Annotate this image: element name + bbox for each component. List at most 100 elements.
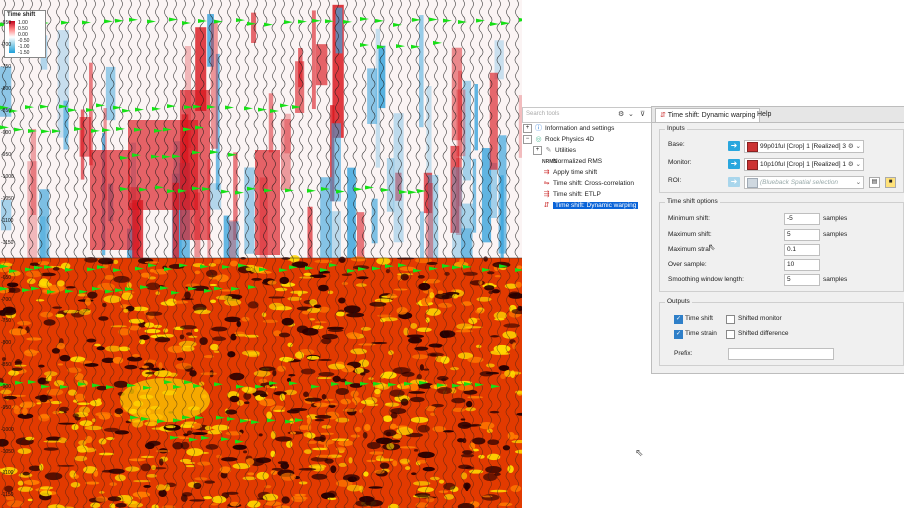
time-strain-checkbox[interactable]: ✓ <box>674 330 683 339</box>
etlp-icon: ⇶ <box>543 191 550 198</box>
tool-search-box[interactable]: Search tools ⚙ ⌄ ⊽ <box>522 107 654 123</box>
smoothing-label: Smoothing window length: <box>668 276 744 283</box>
mouse-cursor-icon: ⇖ <box>708 242 716 252</box>
settings-icon[interactable]: ⚙ <box>618 110 624 118</box>
prefix-input[interactable] <box>728 348 834 360</box>
prefix-label: Prefix: <box>674 350 693 357</box>
depth-axis-tick: -700 <box>1 42 12 48</box>
seismic-viewer[interactable]: Time shift 1.00 0.50 0.00 -0.50 -1.00 -1… <box>0 0 522 508</box>
depth-axis-tick: -950 <box>1 152 12 158</box>
min-shift-label: Minimum shift: <box>668 215 710 222</box>
tree-item-information-settings[interactable]: + ⓘ Information and settings <box>523 124 614 134</box>
max-shift-unit: samples <box>823 231 848 238</box>
shifted-difference-label: Shifted difference <box>738 330 789 337</box>
tree-item-label: Normalized RMS <box>553 158 603 165</box>
depth-axis-tick: -800 <box>1 86 12 92</box>
max-strain-label: Maximum strai <box>668 246 711 253</box>
max-shift-label: Maximum shift: <box>668 231 712 238</box>
time-strain-label: Time strain <box>685 330 717 337</box>
outputs-group: Outputs ✓ Time shift Shifted monitor ✓ T… <box>659 298 904 366</box>
base-dropdown[interactable]: 99p01ful [Crop] 1 [Realized] 3 ⚙ ⌄ <box>744 140 864 153</box>
chevron-down-icon[interactable]: ⌄ <box>856 177 861 188</box>
expand-icon[interactable]: + <box>523 124 532 133</box>
time-shift-options-group: Time shift options Minimum shift: -5 sam… <box>659 198 904 292</box>
tree-item-label: Time shift: Cross-correlation <box>553 180 635 187</box>
depth-axis-tick: -650 <box>1 275 12 281</box>
smoothing-input[interactable]: 5 <box>784 274 820 286</box>
depth-axis-tick: -850 <box>1 108 12 114</box>
depth-axis-tick: -1000 <box>1 426 14 433</box>
tree-item-etlp[interactable]: ⇶ Time shift: ETLP <box>542 190 601 200</box>
roi-label: ROI: <box>668 177 682 184</box>
roi-insert-button[interactable]: ➜ <box>728 177 740 187</box>
base-label: Base: <box>668 141 685 148</box>
max-strain-input[interactable]: 0.1 <box>784 244 820 256</box>
smoothing-unit: samples <box>823 276 848 283</box>
tree-item-dynamic-warping[interactable]: ⇵ Time shift: Dynamic warping <box>542 201 639 211</box>
tool-search-input[interactable]: Search tools <box>526 111 559 117</box>
tree-item-label: Utilities <box>555 147 576 155</box>
apply-time-shift-icon: ⇉ <box>543 169 550 176</box>
monitor-value: 10p10ful [Crop] 1 [Realized] 1 <box>760 161 846 168</box>
tree-item-cross-correlation[interactable]: ⇋ Time shift: Cross-correlation <box>542 179 634 189</box>
chevron-down-icon[interactable]: ⌄ <box>628 110 634 118</box>
depth-axis-tick: -650 <box>1 20 12 26</box>
depth-axis-tick: -700 <box>1 296 12 303</box>
monitor-label: Monitor: <box>668 159 692 166</box>
time-shift-label: Time shift <box>685 315 713 322</box>
roi-icon <box>747 178 758 188</box>
depth-axis-tick: -1150 <box>1 240 14 246</box>
tree-item-normalized-rms[interactable]: NRMSNormalized RMS <box>542 157 602 167</box>
depth-axis-tick: -1100 <box>1 218 14 224</box>
shifted-monitor-checkbox[interactable] <box>726 315 735 324</box>
max-shift-input[interactable]: 5 <box>784 229 820 241</box>
tab-help[interactable]: Help <box>753 108 775 121</box>
utilities-icon: ✎ <box>545 147 552 155</box>
tab-label: Time shift: Dynamic warping <box>667 112 756 119</box>
tree-item-label: Rock Physics 4D <box>545 136 595 144</box>
info-icon: ⓘ <box>535 125 542 133</box>
monitor-dropdown[interactable]: 10p10ful [Crop] 1 [Realized] 1 ⚙ ⌄ <box>744 158 864 171</box>
depth-axis-tick: -850 <box>1 361 12 368</box>
depth-axis-tick: -950 <box>1 405 12 412</box>
inputs-group: Inputs Base: ➜ 99p01ful [Crop] 1 [Realiz… <box>659 125 904 193</box>
shifted-difference-checkbox[interactable] <box>726 330 735 339</box>
roi-dropdown[interactable]: (Blueback Spatial selection ⌄ <box>744 176 864 189</box>
tree-item-rock-physics[interactable]: − ◎ Rock Physics 4D <box>523 135 594 145</box>
depth-axis-tick: -1100 <box>1 470 14 477</box>
monitor-insert-button[interactable]: ➜ <box>728 159 740 169</box>
depth-axis-tick: -900 <box>1 383 12 390</box>
nrms-icon: NRMS <box>542 159 557 165</box>
group-title: Outputs <box>665 298 692 305</box>
base-insert-button[interactable]: ➜ <box>728 141 740 151</box>
time-shift-checkbox[interactable]: ✓ <box>674 315 683 324</box>
roi-edit-button[interactable]: ▤ <box>869 177 880 188</box>
tree-item-label: Time shift: ETLP <box>553 191 601 198</box>
min-shift-input[interactable]: -5 <box>784 213 820 225</box>
filter-icon[interactable]: ⊽ <box>640 110 645 118</box>
tree-item-label: Time shift: Dynamic warping <box>553 202 639 209</box>
chevron-down-icon[interactable]: ⚙ ⌄ <box>848 141 861 152</box>
seismic-cube-icon <box>747 142 758 152</box>
depth-axis-tick: -1000 <box>1 174 14 180</box>
tree-item-apply-time-shift[interactable]: ⇉ Apply time shift <box>542 168 598 178</box>
collapse-icon[interactable]: − <box>523 135 532 144</box>
cross-correlation-icon: ⇋ <box>543 180 550 187</box>
depth-axis-tick: -750 <box>1 64 12 70</box>
chevron-down-icon[interactable]: ⚙ ⌄ <box>848 159 861 170</box>
legend-title: Time shift <box>7 12 36 18</box>
rock-physics-icon: ◎ <box>535 136 542 144</box>
dynamic-warping-icon: ⇵ <box>660 112 666 119</box>
expand-icon[interactable]: + <box>533 146 542 155</box>
tree-item-utilities[interactable]: + ✎ Utilities <box>533 146 576 156</box>
depth-axis-tick: -750 <box>1 318 12 325</box>
depth-axis-tick: -900 <box>1 130 12 136</box>
mouse-cursor-icon: ⇖ <box>635 448 644 459</box>
over-sample-input[interactable]: 10 <box>784 259 820 271</box>
depth-axis-tick: -1150 <box>1 492 14 498</box>
tab-label: Help <box>757 111 772 118</box>
seismic-canvas[interactable] <box>0 0 522 508</box>
tab-dynamic-warping[interactable]: ⇵ Time shift: Dynamic warping <box>655 108 761 122</box>
roi-new-button[interactable]: ■ <box>885 177 896 188</box>
roi-value: (Blueback Spatial selection <box>760 179 839 186</box>
